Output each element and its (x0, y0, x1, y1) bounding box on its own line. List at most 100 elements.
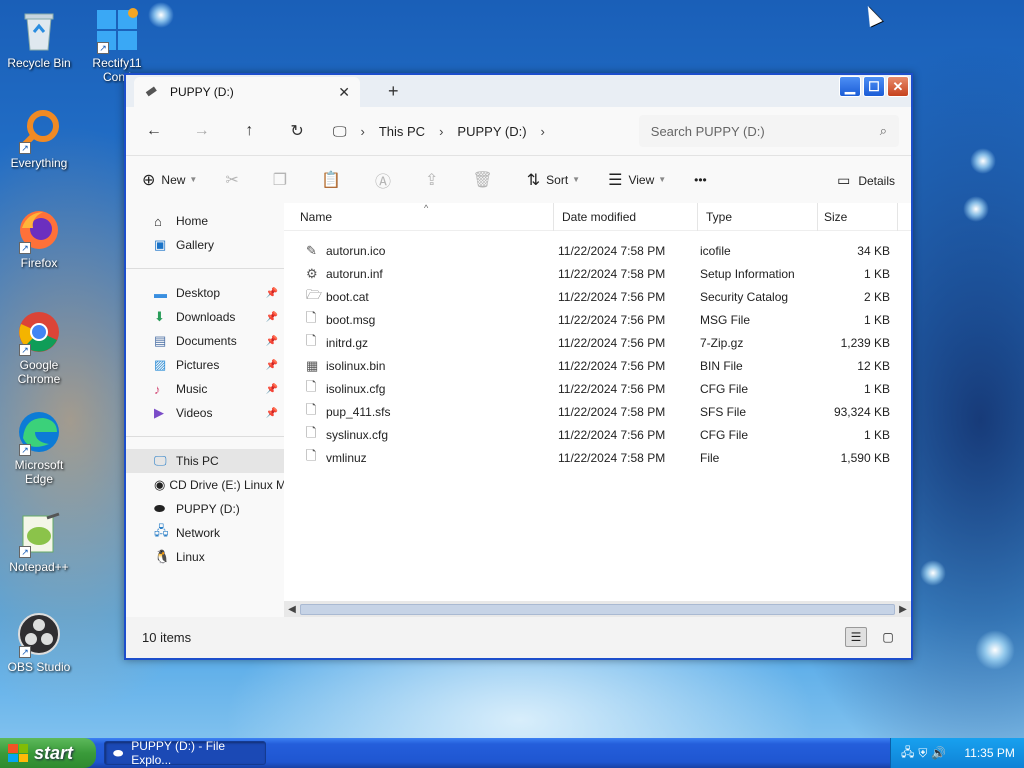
security-shield-icon[interactable]: ⛨ (918, 746, 927, 761)
rename-button[interactable]: Ⓐ (375, 168, 397, 192)
table-row[interactable]: 🗋 pup_411.sfs 11/22/2024 7:58 PM SFS File 93… (284, 400, 911, 423)
background-sparkle (963, 196, 989, 222)
title-bar[interactable]: PUPPY (D:) ✕ + ▁ ☐ ✕ (126, 75, 911, 107)
delete-button[interactable]: 🗑 (472, 170, 498, 190)
tiles-view-icon[interactable]: ▢ (877, 627, 899, 647)
pin-icon[interactable]: 📌 (266, 408, 278, 419)
sort-button[interactable]: ⇅ Sort ▼ (527, 170, 580, 190)
sidebar-item-pictures[interactable]: ▨ Pictures 📌 (126, 353, 284, 377)
details-view-icon[interactable]: ☰ (845, 627, 867, 647)
table-row[interactable]: 🗁 boot.cat 11/22/2024 7:56 PM Security Cata… (284, 285, 911, 308)
column-header-name[interactable]: Name (284, 202, 554, 231)
sidebar-item-documents[interactable]: ▤ Documents 📌 (126, 329, 284, 353)
table-row[interactable]: ⚙ autorun.inf 11/22/2024 7:58 PM Setup Info… (284, 262, 911, 285)
new-tab-button[interactable]: + (388, 81, 399, 102)
pin-icon[interactable]: 📌 (266, 288, 278, 299)
desktop-icon-everything[interactable]: ↗ Everything (0, 108, 78, 170)
windows-logo-icon: ↗ (95, 8, 139, 54)
plus-circle-icon: ⊕ (142, 171, 156, 189)
edge-icon: ↗ (17, 410, 61, 456)
file-type: BIN File (700, 358, 743, 373)
file-size: 1 KB (863, 381, 890, 396)
search-input[interactable]: Search PUPPY (D:) ⌕ (638, 115, 899, 147)
scroll-right-icon[interactable]: ▶ (895, 604, 911, 615)
volume-icon[interactable]: 🔊 (931, 746, 946, 760)
sidebar-item-gallery[interactable]: ▣ Gallery (126, 233, 284, 257)
minimize-button[interactable]: ▁ (839, 76, 861, 97)
desktop-icon-notepad-plus[interactable]: ↗ Notepad++ (0, 512, 78, 574)
videos-icon: ▶ (154, 405, 164, 420)
sidebar-item-network[interactable]: 🖧 Network (126, 521, 284, 545)
table-row[interactable]: ▦ isolinux.bin 11/22/2024 7:56 PM BIN File 1… (284, 354, 911, 377)
pin-icon[interactable]: 📌 (266, 336, 278, 347)
table-row[interactable]: 🗋 vmlinuz 11/22/2024 7:58 PM File 1,590 KB (284, 446, 911, 469)
sidebar-item-music[interactable]: ♪ Music 📌 (126, 377, 284, 401)
scrollbar-thumb[interactable] (300, 603, 895, 615)
taskbar-item-file-explorer[interactable]: ⬬ PUPPY (D:) - File Explo... (104, 739, 266, 767)
sidebar-item-videos[interactable]: ▶ Videos 📌 (126, 401, 284, 425)
maximize-button[interactable]: ☐ (863, 76, 885, 97)
file-date: 11/22/2024 7:56 PM (558, 335, 666, 350)
share-button[interactable]: ⇪ (425, 170, 444, 190)
table-row[interactable]: ✎ autorun.ico 11/22/2024 7:58 PM icofile 34 … (284, 239, 911, 262)
file-name-cell: 🗋 pup_411.sfs (284, 401, 556, 423)
sidebar-item-downloads[interactable]: ⬇ Downloads 📌 (126, 305, 284, 329)
breadcrumb-this-pc[interactable]: This PC (379, 124, 425, 139)
column-header-date[interactable]: Date modified (554, 202, 698, 231)
file-icon: 🗋 (306, 378, 317, 394)
file-name: autorun.ico (326, 243, 386, 258)
cut-button[interactable]: ✂ (225, 170, 244, 190)
start-button[interactable]: start (0, 738, 96, 768)
sidebar-item-desktop[interactable]: ▬ Desktop 📌 (126, 281, 284, 305)
column-header-size[interactable]: Size (818, 202, 898, 231)
close-tab-icon[interactable]: ✕ (338, 84, 350, 101)
file-date: 11/22/2024 7:58 PM (558, 450, 666, 465)
breadcrumb-puppy[interactable]: PUPPY (D:) (457, 124, 526, 139)
file-name: isolinux.bin (326, 358, 386, 373)
sidebar-item-linux[interactable]: 🐧 Linux (126, 545, 284, 569)
clock[interactable]: 11:35 PM (964, 746, 1014, 760)
desktop-icon-edge[interactable]: ↗ Microsoft Edge (0, 410, 78, 486)
back-button[interactable]: ← (138, 115, 170, 147)
refresh-button[interactable]: ↻ (281, 115, 313, 147)
table-row[interactable]: 🗋 initrd.gz 11/22/2024 7:56 PM 7-Zip.gz 1,23… (284, 331, 911, 354)
pin-icon[interactable]: 📌 (266, 384, 278, 395)
desktop-icon-chrome[interactable]: ↗ Google Chrome (0, 310, 78, 386)
notepad-plus-icon: ↗ (17, 512, 61, 558)
breadcrumb[interactable]: 🖵 › This PC › PUPPY (D:) › (333, 115, 623, 147)
sidebar-item-puppy[interactable]: ⬬ PUPPY (D:) (126, 497, 284, 521)
forward-button[interactable]: → (186, 115, 218, 147)
scroll-left-icon[interactable]: ◀ (284, 604, 300, 615)
chevron-down-icon: ▼ (658, 175, 667, 184)
view-button[interactable]: ☰ View ▼ (608, 170, 666, 190)
sidebar-item-cd-drive[interactable]: ◉ CD Drive (E:) Linux M (126, 473, 284, 497)
table-row[interactable]: 🗋 syslinux.cfg 11/22/2024 7:56 PM CFG File 1… (284, 423, 911, 446)
tab-puppy[interactable]: PUPPY (D:) ✕ (134, 77, 360, 107)
divider (126, 436, 284, 437)
desktop-icon-obs[interactable]: ↗ OBS Studio (0, 612, 78, 674)
up-button[interactable]: ↑ (234, 115, 266, 147)
close-button[interactable]: ✕ (887, 76, 909, 97)
copy-button[interactable]: ❐ (273, 170, 293, 190)
network-status-icon[interactable]: 🖧 (901, 743, 914, 764)
pin-icon[interactable]: 📌 (266, 312, 278, 323)
desktop-icon-firefox[interactable]: ↗ Firefox (0, 208, 78, 270)
command-bar: ⊕ New ▼ ✂ ❐ 📋 Ⓐ ⇪ 🗑 ⇅ Sort ▼ ☰ View ▼ ••… (126, 155, 911, 203)
details-pane-button[interactable]: ▭ Details (837, 172, 895, 189)
divider (126, 268, 284, 269)
linux-penguin-icon: 🐧 (154, 549, 171, 564)
file-explorer-window: PUPPY (D:) ✕ + ▁ ☐ ✕ ← → ↑ ↻ 🖵 › This PC… (124, 73, 913, 660)
new-button[interactable]: ⊕ New ▼ (142, 170, 197, 190)
desktop-icon-recycle-bin[interactable]: Recycle Bin (0, 8, 78, 70)
sidebar-item-this-pc[interactable]: 🖵 This PC (126, 449, 284, 473)
file-rows: ✎ autorun.ico 11/22/2024 7:58 PM icofile 34 … (284, 231, 911, 469)
pin-icon[interactable]: 📌 (266, 360, 278, 371)
paste-button[interactable]: 📋 (321, 170, 347, 190)
gallery-icon: ▣ (154, 237, 167, 252)
more-options-button[interactable]: ••• (694, 173, 707, 187)
column-header-type[interactable]: Type (698, 202, 818, 231)
table-row[interactable]: 🗋 boot.msg 11/22/2024 7:56 PM MSG File 1 KB (284, 308, 911, 331)
table-row[interactable]: 🗋 isolinux.cfg 11/22/2024 7:56 PM CFG File 1… (284, 377, 911, 400)
horizontal-scrollbar[interactable]: ◀ ▶ (284, 601, 911, 617)
sidebar-item-home[interactable]: ⌂ Home (126, 209, 284, 233)
